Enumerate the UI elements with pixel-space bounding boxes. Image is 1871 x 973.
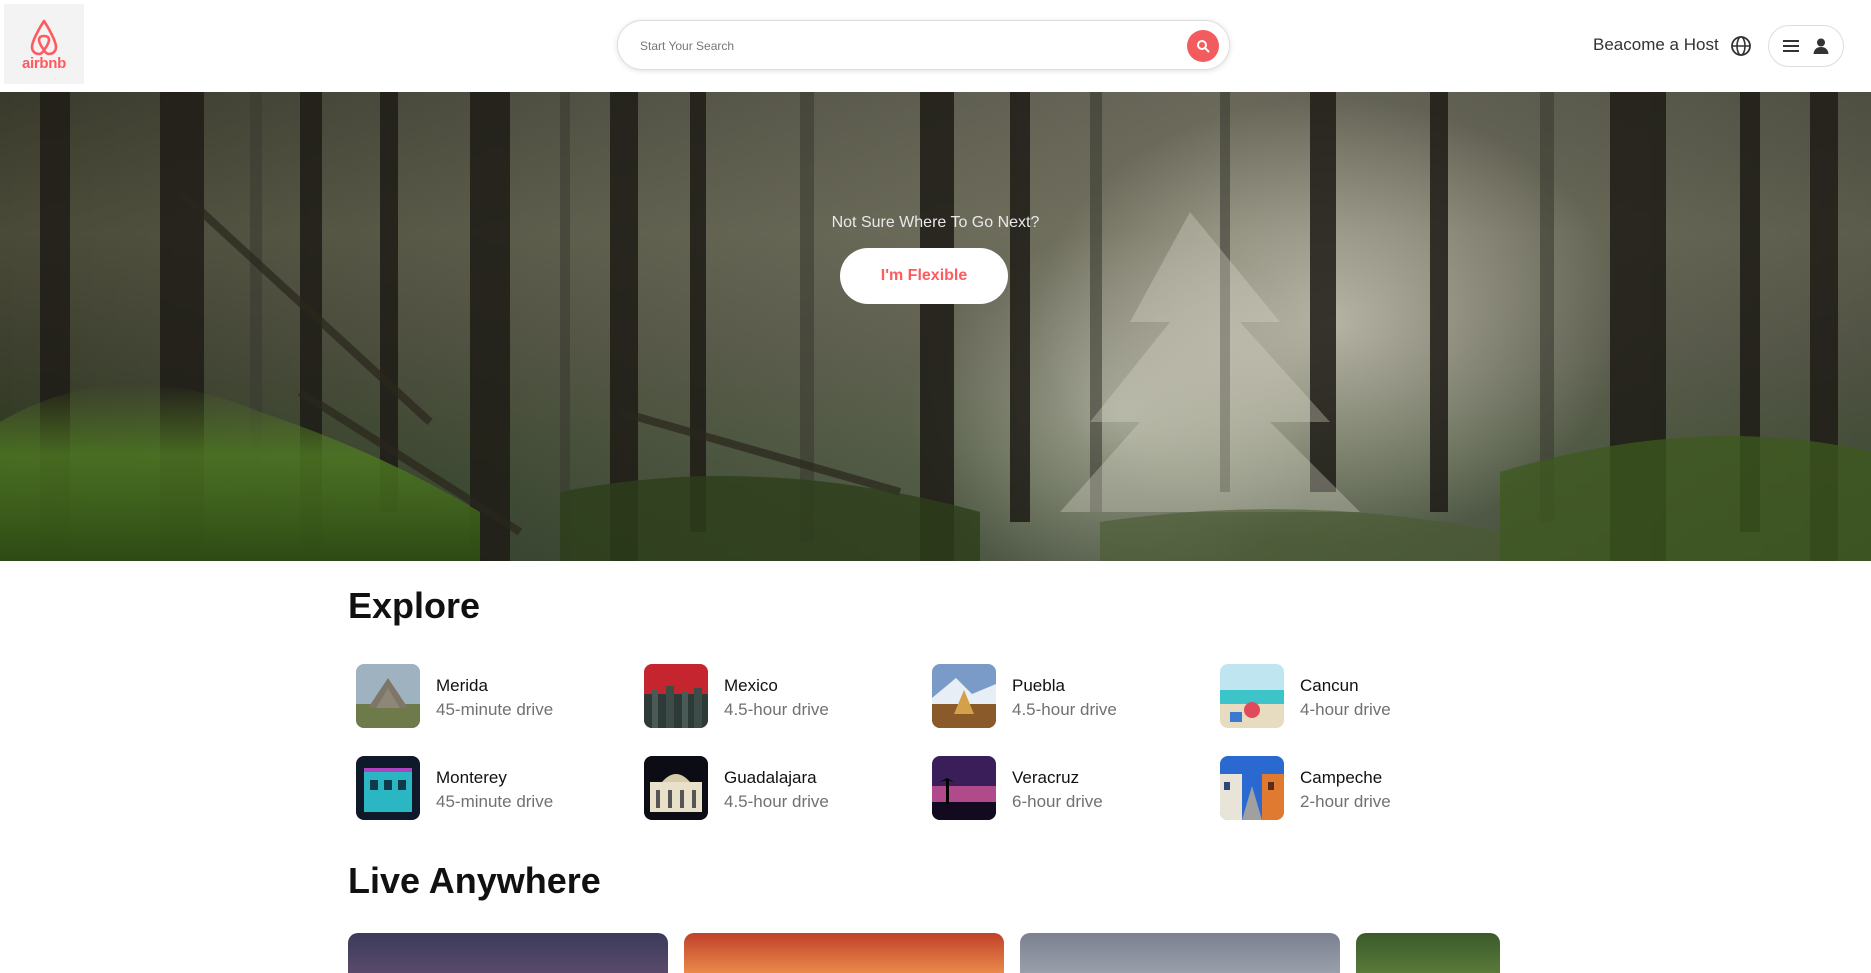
guadalajara-thumbnail: [644, 756, 708, 820]
destination-drive-time: 6-hour drive: [1012, 792, 1103, 811]
destination-name: Monterey: [436, 768, 507, 787]
user-menu-button[interactable]: [1768, 25, 1844, 67]
live-anywhere-heading: Live Anywhere: [348, 860, 601, 901]
hero-tagline: Not Sure Where To Go Next?: [831, 214, 1040, 231]
destination-drive-time: 2-hour drive: [1300, 792, 1391, 811]
search-input[interactable]: [638, 33, 1162, 59]
monterey-thumbnail: [356, 756, 420, 820]
live-anywhere-card[interactable]: [348, 933, 668, 973]
destination-drive-time: 45-minute drive: [436, 792, 554, 811]
destination-card-campeche[interactable]: Campeche 2-hour drive: [1220, 756, 1480, 822]
airbnb-logo[interactable]: airbnb: [4, 4, 84, 84]
destination-card-monterey[interactable]: Monterey 45-minute drive: [356, 756, 616, 822]
search-icon: [1197, 40, 1210, 53]
mexico-thumbnail: [644, 664, 708, 728]
puebla-thumbnail: [932, 664, 996, 728]
explore-heading: Explore: [348, 585, 481, 626]
live-anywhere-card[interactable]: [1020, 933, 1340, 973]
hamburger-menu-icon: [1783, 40, 1799, 52]
destination-name: Merida: [436, 676, 488, 695]
forest-background-image: [0, 92, 1871, 561]
destination-card-guadalajara[interactable]: Guadalajara 4.5-hour drive: [644, 756, 904, 822]
destination-name: Campeche: [1300, 768, 1383, 787]
destination-name: Mexico: [724, 676, 778, 695]
search-button[interactable]: [1187, 30, 1219, 62]
airbnb-logo-icon: [30, 19, 58, 55]
destination-card-puebla[interactable]: Puebla 4.5-hour drive: [932, 664, 1192, 730]
destination-card-cancun[interactable]: Cancun 4-hour drive: [1220, 664, 1480, 730]
top-header: airbnb Beacome a Host: [0, 0, 1871, 92]
destination-card-merida[interactable]: Merida 45-minute drive: [356, 664, 616, 730]
destination-drive-time: 4.5-hour drive: [724, 792, 829, 811]
destination-drive-time: 4.5-hour drive: [724, 700, 829, 719]
logo-text: airbnb: [21, 54, 67, 72]
become-host-link[interactable]: Beacome a Host: [1593, 35, 1719, 55]
merida-thumbnail: [356, 664, 420, 728]
hero-banner: Not Sure Where To Go Next? I'm Flexible: [0, 92, 1871, 561]
live-anywhere-card[interactable]: [684, 933, 1004, 973]
destination-name: Cancun: [1300, 676, 1359, 695]
destination-drive-time: 4-hour drive: [1300, 700, 1391, 719]
user-avatar-icon: [1813, 38, 1829, 54]
veracruz-thumbnail: [932, 756, 996, 820]
destination-drive-time: 4.5-hour drive: [1012, 700, 1117, 719]
campeche-thumbnail: [1220, 756, 1284, 820]
search-bar[interactable]: [617, 20, 1230, 70]
im-flexible-button[interactable]: I'm Flexible: [840, 248, 1008, 304]
destination-drive-time: 45-minute drive: [436, 700, 554, 719]
destination-name: Guadalajara: [724, 768, 817, 787]
destination-card-veracruz[interactable]: Veracruz 6-hour drive: [932, 756, 1192, 822]
live-anywhere-card[interactable]: [1356, 933, 1500, 973]
destination-name: Veracruz: [1012, 768, 1080, 787]
globe-icon[interactable]: [1730, 35, 1752, 57]
cancun-thumbnail: [1220, 664, 1284, 728]
destination-name: Puebla: [1012, 676, 1065, 695]
destination-card-mexico[interactable]: Mexico 4.5-hour drive: [644, 664, 904, 730]
